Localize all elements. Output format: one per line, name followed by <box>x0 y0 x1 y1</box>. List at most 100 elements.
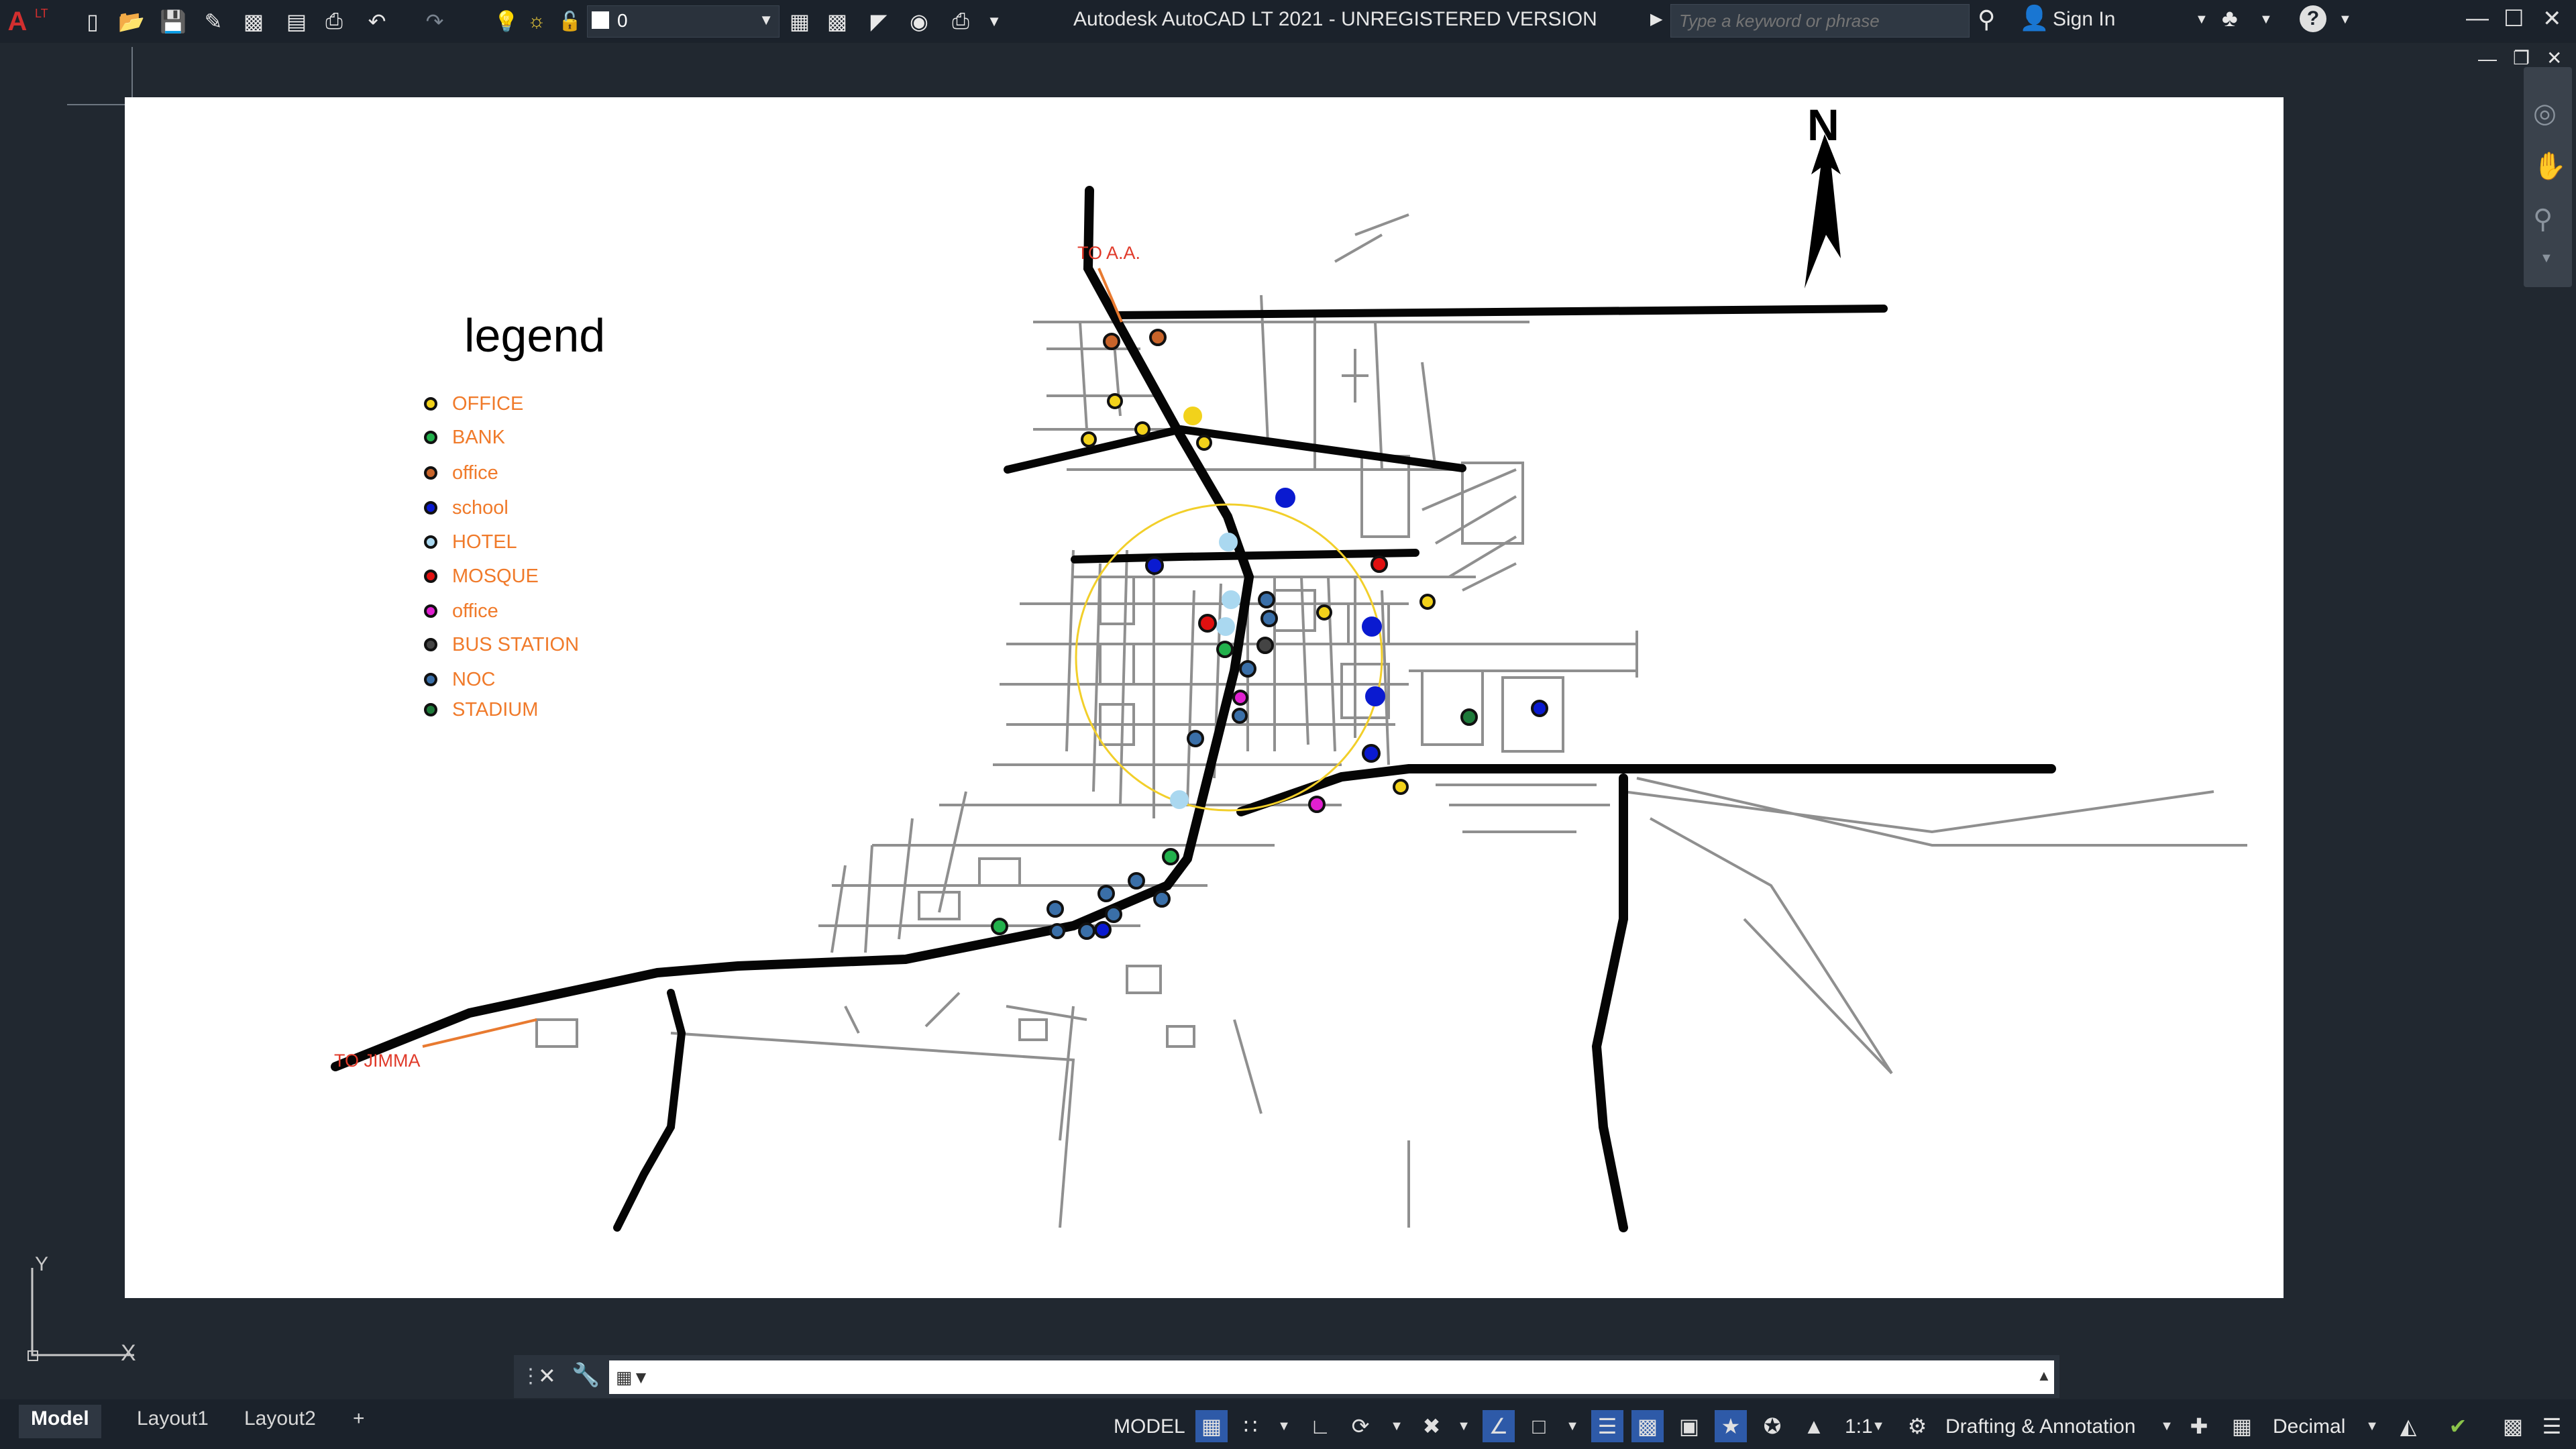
new-icon[interactable]: ▯ <box>78 7 107 36</box>
lineweight-icon[interactable]: ☰ <box>1591 1410 1623 1442</box>
chevron-down-icon[interactable]: ▼ <box>2259 12 2273 28</box>
chevron-up-icon[interactable]: ▲ <box>2037 1367 2051 1385</box>
search-icon[interactable]: ⚲ <box>1978 5 1995 34</box>
command-input[interactable] <box>609 1360 2054 1394</box>
autocad-logo-icon[interactable]: A <box>3 7 32 36</box>
tab-layout1[interactable]: Layout1 <box>125 1405 221 1438</box>
object-snap-icon[interactable]: □ <box>1523 1410 1555 1442</box>
command-prompt-icon[interactable]: ▦▼ <box>616 1367 649 1388</box>
ortho-icon[interactable]: ∟ <box>1304 1410 1336 1442</box>
annotation-scale-icon[interactable]: ▲ <box>1798 1410 1830 1442</box>
qat-dropdown-icon[interactable]: ▼ <box>979 7 1009 36</box>
workspace-gear-icon[interactable]: ⚙ <box>1901 1410 1933 1442</box>
hardware-acceleration-icon[interactable]: ✔ <box>2442 1410 2474 1442</box>
publish-icon[interactable]: ▩ <box>239 7 268 36</box>
transparency-icon[interactable]: ▩ <box>1631 1410 1664 1442</box>
model-space-button[interactable]: MODEL <box>1114 1415 1185 1438</box>
save-icon[interactable]: 💾 <box>158 7 188 36</box>
workspace-switch[interactable]: Drafting & Annotation <box>1945 1415 2136 1438</box>
autodesk-app-icon[interactable]: ♣ <box>2222 4 2238 32</box>
minimize-icon[interactable]: — <box>2466 5 2489 32</box>
auto-scale-icon[interactable]: ✪ <box>1756 1410 1788 1442</box>
chevron-down-icon[interactable]: ▼ <box>2540 251 2553 266</box>
units-icon[interactable]: ▦ <box>2226 1410 2258 1442</box>
chevron-down-icon[interactable]: ▼ <box>2195 12 2208 28</box>
drawing-restore-icon[interactable]: ❐ <box>2513 47 2530 69</box>
chevron-right-icon[interactable]: ▶ <box>1650 9 1662 29</box>
drawing-canvas[interactable]: legend OFFICE BANK office school HOTEL M… <box>125 97 2284 1298</box>
layer-properties-icon[interactable]: ▦ <box>785 7 814 36</box>
customization-menu-icon[interactable]: ☰ <box>2536 1410 2568 1442</box>
legend-item: NOC <box>424 666 495 693</box>
customize-wrench-icon[interactable]: 🔧 <box>572 1362 600 1389</box>
zoom-icon[interactable]: ⚲ <box>2533 204 2553 235</box>
redo-icon[interactable]: ↷ <box>420 7 449 36</box>
undo-icon[interactable]: ↶ <box>362 7 392 36</box>
close-icon[interactable]: ✕ <box>2542 5 2562 32</box>
legend-label: BANK <box>452 426 505 448</box>
search-input[interactable] <box>1671 5 1962 37</box>
tab-model[interactable]: Model <box>19 1405 101 1438</box>
chevron-down-icon[interactable]: ▼ <box>2339 12 2352 28</box>
clean-screen-icon[interactable]: ▩ <box>2497 1410 2529 1442</box>
layer-walk-icon[interactable]: ◉ <box>904 7 934 36</box>
layer-dropdown[interactable]: 💡 ☼ 🔓 0 ▼ <box>494 5 780 38</box>
match-layer-icon[interactable]: ▩ <box>822 7 852 36</box>
annotation-visibility-icon[interactable]: ★ <box>1715 1410 1747 1442</box>
plot-icon[interactable]: ⎙ <box>319 7 349 36</box>
selection-cycling-icon[interactable]: ▣ <box>1673 1410 1705 1442</box>
title-bar: A LT ▯ 📂 💾 ✎ ▩ ▤ ⎙ ↶ ↷ 💡 ☼ 🔓 0 ▼ ▦ ▩ ◤ ◉… <box>0 0 2576 43</box>
polar-icon[interactable]: ⟳ <box>1344 1410 1377 1442</box>
chevron-down-icon[interactable]: ▼ <box>1448 1410 1480 1442</box>
save-as-icon[interactable]: ✎ <box>199 7 228 36</box>
navigation-bar[interactable]: ◎ ✋ ⚲ ▼ <box>2524 67 2572 287</box>
drawing-close-icon[interactable]: ✕ <box>2546 47 2562 69</box>
isometric-icon[interactable]: ✖ <box>1415 1410 1448 1442</box>
user-icon[interactable]: 👤 <box>2019 4 2049 32</box>
print-icon[interactable]: ⎙ <box>946 7 975 36</box>
lightbulb-icon[interactable]: 💡 <box>494 10 519 34</box>
sun-icon[interactable]: ☼ <box>527 10 546 33</box>
snap-icon[interactable]: ∷ <box>1234 1410 1267 1442</box>
add-layout-button[interactable]: + <box>341 1405 377 1438</box>
chevron-down-icon[interactable]: ▼ <box>759 11 773 29</box>
chevron-down-icon[interactable]: ▼ <box>1862 1410 1894 1442</box>
legend-label: HOTEL <box>452 531 517 553</box>
legend-item: school <box>424 494 508 521</box>
help-icon[interactable]: ? <box>2300 5 2326 32</box>
layer-name: 0 <box>617 10 628 31</box>
sign-in-button[interactable]: Sign In <box>2053 8 2115 31</box>
units-dropdown[interactable]: Decimal <box>2273 1415 2345 1438</box>
legend-item: HOTEL <box>424 529 517 555</box>
legend-item: OFFICE <box>424 390 523 417</box>
command-line[interactable]: ⋮ ✕ 🔧 ▦▼ ▲ <box>514 1355 2059 1398</box>
quick-properties-icon[interactable]: ◭ <box>2392 1410 2424 1442</box>
legend-label: BUS STATION <box>452 633 580 655</box>
grid-icon[interactable]: ▦ <box>1195 1410 1228 1442</box>
chevron-down-icon[interactable]: ▼ <box>1381 1410 1413 1442</box>
maximize-icon[interactable]: ☐ <box>2504 5 2524 32</box>
annotation-monitor-icon[interactable]: ✚ <box>2183 1410 2215 1442</box>
object-snap-tracking-icon[interactable]: ∠ <box>1483 1410 1515 1442</box>
steering-wheel-icon[interactable]: ◎ <box>2533 98 2557 129</box>
lock-icon[interactable]: 🔓 <box>558 10 582 32</box>
chevron-down-icon[interactable]: ▼ <box>2151 1410 2183 1442</box>
street-grid <box>670 213 2247 1228</box>
layer-iso-icon[interactable]: ◤ <box>864 7 894 36</box>
chevron-down-icon[interactable]: ▼ <box>1556 1410 1589 1442</box>
pan-icon[interactable]: ✋ <box>2533 150 2567 182</box>
open-icon[interactable]: 📂 <box>117 7 146 36</box>
crosshair-line <box>67 104 129 105</box>
chevron-down-icon[interactable]: ▼ <box>2356 1410 2388 1442</box>
road-label-aa: TO A.A. <box>1077 243 1141 263</box>
close-icon[interactable]: ✕ <box>538 1363 556 1389</box>
chevron-down-icon[interactable]: ▼ <box>1268 1410 1300 1442</box>
legend-label: office <box>452 462 498 484</box>
search-box[interactable] <box>1670 4 1970 38</box>
plot-preview-icon[interactable]: ▤ <box>282 7 311 36</box>
legend-title: legend <box>464 309 606 362</box>
tab-layout2[interactable]: Layout2 <box>232 1405 328 1438</box>
road-label-jimma: TO JIMMA <box>334 1051 421 1071</box>
crosshair-line <box>131 47 133 101</box>
drawing-minimize-icon[interactable]: — <box>2478 48 2497 70</box>
